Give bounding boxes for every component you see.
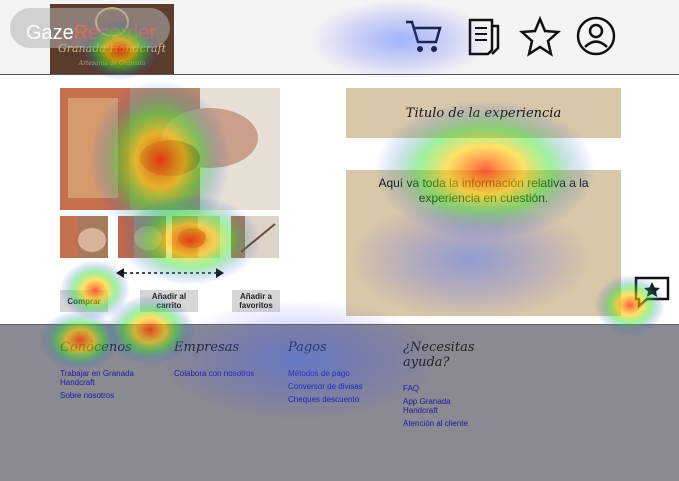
receipt-icon[interactable] — [462, 14, 506, 58]
review-chat-icon[interactable] — [633, 275, 671, 309]
thumbnail-3[interactable] — [172, 216, 220, 258]
experience-title: Titulo de la experiencia — [405, 105, 562, 121]
footer-heading: Pagos — [288, 340, 327, 355]
footer-heading: Conócenos — [60, 340, 132, 355]
experience-info-box: Aquí va toda la información relativa a l… — [346, 170, 621, 316]
footer-col-empresas: Empresas Colabora con nosotros — [174, 340, 284, 382]
experience-info-text: Aquí va toda la información relativa a l… — [378, 176, 589, 205]
footer-link-app[interactable]: App Granada Handcraft — [403, 397, 463, 415]
footer-heading: ¿Necesitas ayuda? — [403, 340, 475, 370]
footer-link-cheques[interactable]: Cheques descuento — [288, 395, 398, 404]
footer-link-conversor[interactable]: Conversor de divisas — [288, 382, 398, 391]
site-header: Granada Handcraft Artesanía de Granada G… — [0, 0, 679, 75]
footer-col-conocenos: Conócenos Trabajar en Granada Handcraft … — [60, 340, 170, 404]
recorder-brand-a: Gaze — [26, 22, 74, 44]
logo-tagline: Artesanía de Granada — [78, 60, 146, 67]
gaze-recorder-badge: GazeRecorder — [10, 8, 170, 48]
thumbnail-1[interactable] — [60, 216, 108, 258]
recorder-brand-b: Recorder — [73, 22, 157, 44]
footer-link-trabajar[interactable]: Trabajar en Granada Handcraft — [60, 369, 170, 387]
footer-link-colabora[interactable]: Colabora con nosotros — [174, 369, 284, 378]
add-to-favorites-button[interactable]: Añadir a favoritos — [232, 290, 280, 312]
user-icon[interactable] — [574, 14, 618, 58]
experience-title-box: Titulo de la experiencia — [346, 88, 621, 138]
footer-link-sobre-nosotros[interactable]: Sobre nosotros — [60, 391, 170, 400]
footer-link-metodos-pago[interactable]: Métodos de pago — [288, 369, 398, 378]
carousel-scroll-arrows[interactable] — [116, 265, 224, 279]
footer-link-atencion[interactable]: Atención al cliente — [403, 419, 513, 428]
footer-col-ayuda: ¿Necesitas ayuda? FAQ App Granada Handcr… — [403, 340, 513, 432]
experience-main-image[interactable] — [60, 88, 280, 210]
add-to-cart-button[interactable]: Añadir al carrito — [140, 290, 198, 312]
thumbnail-4[interactable] — [231, 216, 279, 258]
cart-icon[interactable] — [402, 14, 446, 58]
star-icon[interactable] — [518, 14, 562, 58]
footer-heading: Empresas — [174, 340, 240, 355]
footer-col-pagos: Pagos Métodos de pago Conversor de divis… — [288, 340, 398, 408]
footer-link-faq[interactable]: FAQ — [403, 384, 513, 393]
buy-button[interactable]: Comprar — [60, 290, 108, 312]
thumbnail-2[interactable] — [118, 216, 166, 258]
